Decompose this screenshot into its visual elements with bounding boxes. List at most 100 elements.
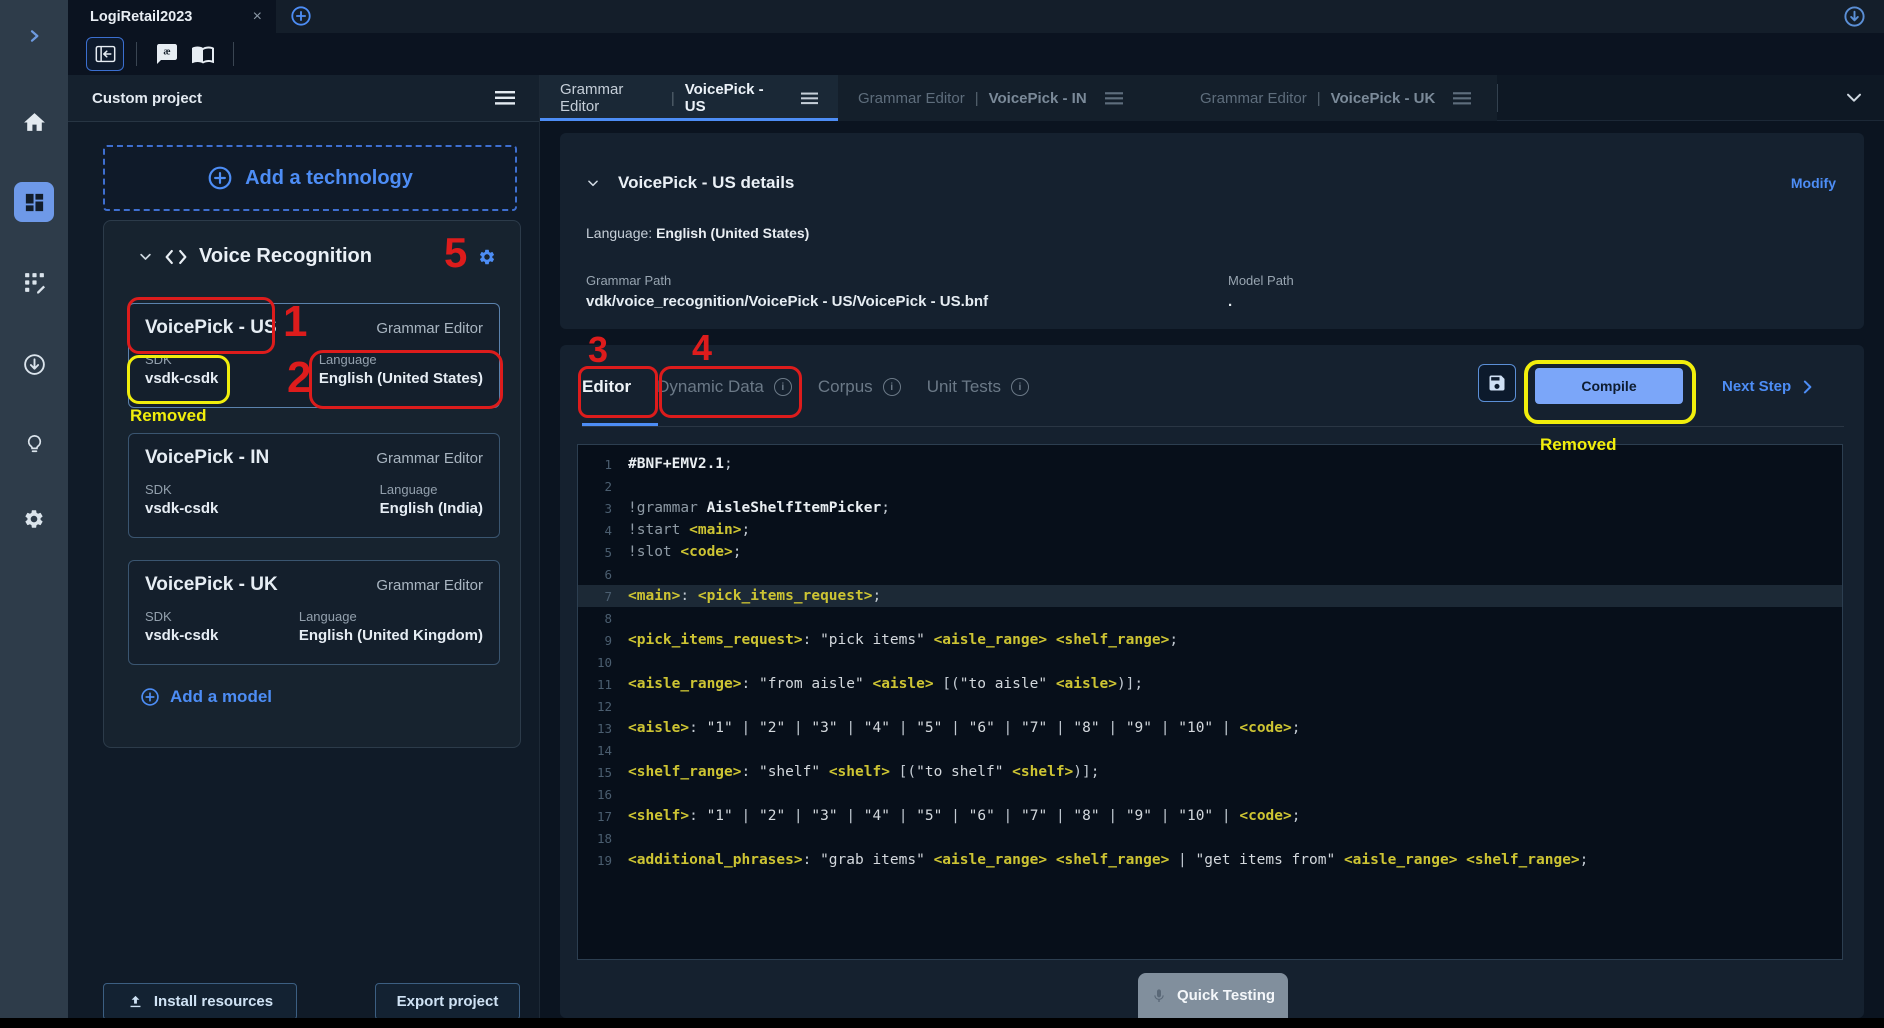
toolbar-separator [233, 42, 234, 66]
add-model-button[interactable]: Add a model [140, 687, 272, 707]
dashboard-nav-active[interactable] [14, 182, 54, 222]
gear-icon[interactable] [0, 508, 68, 530]
project-panel-header: Custom project [68, 75, 539, 122]
left-rail [0, 0, 68, 1018]
sdk-value: vsdk-csdk [145, 500, 218, 517]
install-resources-button[interactable]: Install resources [103, 983, 297, 1020]
code-line: 14 [578, 739, 1842, 761]
code-text: <aisle_range>: "from aisle" <aisle> [("t… [628, 676, 1143, 692]
editor-subtab-dynamic-data[interactable]: Dynamic Datai [657, 377, 792, 397]
editor-subtab-unit-tests[interactable]: Unit Tests i [927, 377, 1029, 397]
line-number: 15 [578, 765, 628, 780]
compile-button[interactable]: Compile [1535, 368, 1683, 404]
tab-menu-icon[interactable] [1453, 92, 1471, 105]
tab-menu-icon[interactable] [801, 92, 818, 105]
close-icon[interactable]: × [253, 9, 262, 25]
code-editor[interactable]: 1#BNF+EMV2.1;23!grammar AisleShelfItemPi… [577, 444, 1843, 960]
subtab-label: Unit Tests [927, 377, 1001, 397]
add-project-tab-button[interactable] [290, 5, 312, 27]
grammar-editor-tab[interactable]: Grammar Editor|VoicePick - US [540, 75, 838, 121]
line-number: 5 [578, 545, 628, 560]
code-line: 10 [578, 651, 1842, 673]
grammar-path-value: vdk/voice_recognition/VoicePick - US/Voi… [586, 293, 988, 310]
project-panel-title: Custom project [92, 90, 202, 107]
microphone-icon [1151, 986, 1167, 1006]
next-step-button[interactable]: Next Step [1722, 378, 1813, 395]
model-card[interactable]: VoicePick - UKGrammar EditorSDKvsdk-csdk… [128, 560, 500, 665]
code-text: #BNF+EMV2.1; [628, 456, 733, 472]
code-line: 1#BNF+EMV2.1; [578, 453, 1842, 475]
editor-subtab-editor[interactable]: Editor [582, 377, 631, 397]
save-button[interactable] [1478, 364, 1516, 402]
info-icon[interactable]: i [1011, 378, 1029, 396]
code-line: 16 [578, 783, 1842, 805]
plus-circle-icon [140, 687, 160, 707]
line-number: 10 [578, 655, 628, 670]
code-line: 3!grammar AisleShelfItemPicker; [578, 497, 1842, 519]
group-title: Voice Recognition [199, 245, 372, 268]
language-value: English (India) [380, 500, 483, 517]
chat-dictionary-icon[interactable]: æ [149, 38, 185, 70]
editor-tabbar: Grammar Editor|VoicePick - US Grammar Edi… [540, 75, 1884, 121]
save-floppy-icon [1487, 373, 1507, 393]
info-icon[interactable]: i [774, 378, 792, 396]
voice-recognition-group: Voice Recognition VoicePick - USGrammar … [103, 220, 521, 748]
tab-separator: | [671, 90, 675, 107]
add-technology-button[interactable]: Add a technology [103, 145, 517, 211]
model-editor-type: Grammar Editor [376, 450, 483, 467]
code-line: 5!slot <code>; [578, 541, 1842, 563]
editor-subtab-corpus[interactable]: Corpusi [818, 377, 901, 397]
toolbar: æ [68, 33, 1884, 75]
download-icon[interactable] [0, 352, 68, 377]
code-text: <pick_items_request>: "pick items" <aisl… [628, 632, 1178, 648]
code-line: 2 [578, 475, 1842, 497]
export-project-button[interactable]: Export project [375, 983, 520, 1020]
bottom-bar [0, 1018, 1884, 1028]
code-text: <main>: <pick_items_request>; [628, 588, 881, 604]
group-gear-icon[interactable] [478, 248, 496, 266]
subtab-label: Corpus [818, 377, 873, 397]
model-card[interactable]: VoicePick - USGrammar EditorSDKvsdk-csdk… [128, 303, 500, 408]
apps-edit-icon[interactable] [0, 270, 68, 295]
code-icon [165, 249, 187, 265]
code-line: 7<main>: <pick_items_request>; [578, 585, 1842, 607]
tab-menu-icon[interactable] [1105, 92, 1123, 105]
info-icon[interactable]: i [883, 378, 901, 396]
code-text: !grammar AisleShelfItemPicker; [628, 500, 890, 516]
language-value: English (United Kingdom) [299, 627, 483, 644]
code-text: !start <main>; [628, 522, 750, 538]
tab-model-name: VoicePick - IN [989, 90, 1087, 107]
code-line: 19<additional_phrases>: "grab items" <ai… [578, 849, 1842, 871]
tab-separator: | [975, 90, 979, 107]
home-icon[interactable] [0, 110, 68, 135]
line-number: 12 [578, 699, 628, 714]
download-circle-icon[interactable] [1843, 5, 1866, 28]
project-tab[interactable]: LogiRetail2023 × [68, 0, 276, 33]
line-number: 6 [578, 567, 628, 582]
line-number: 7 [578, 589, 628, 604]
code-line: 8 [578, 607, 1842, 629]
code-line: 13<aisle>: "1" | "2" | "3" | "4" | "5" |… [578, 717, 1842, 739]
book-icon[interactable] [185, 38, 221, 70]
modify-link[interactable]: Modify [1791, 175, 1836, 191]
expand-chevron-icon[interactable] [0, 28, 68, 44]
collapse-panel-icon[interactable] [86, 37, 124, 71]
quick-testing-button[interactable]: Quick Testing [1138, 973, 1288, 1018]
grammar-editor-tab[interactable]: Grammar Editor|VoicePick - IN [838, 75, 1180, 121]
language-label: Language [319, 352, 483, 367]
lightbulb-icon[interactable] [0, 433, 68, 456]
model-name: VoicePick - US [145, 317, 277, 339]
language-value: English (United States) [319, 370, 483, 387]
tabbar-chevron-down-icon[interactable] [1846, 92, 1862, 104]
hamburger-menu-icon[interactable] [495, 91, 515, 105]
quick-testing-label: Quick Testing [1177, 987, 1275, 1004]
voice-recognition-header[interactable]: Voice Recognition [104, 221, 520, 268]
line-number: 9 [578, 633, 628, 648]
sdk-value: vsdk-csdk [145, 370, 218, 387]
chevron-down-icon[interactable] [586, 176, 600, 190]
grammar-editor-tab[interactable]: Grammar Editor|VoicePick - UK [1180, 75, 1497, 121]
line-number: 11 [578, 677, 628, 692]
model-card[interactable]: VoicePick - INGrammar EditorSDKvsdk-csdk… [128, 433, 500, 538]
export-project-label: Export project [397, 993, 499, 1010]
model-path-value: . [1228, 293, 1232, 310]
